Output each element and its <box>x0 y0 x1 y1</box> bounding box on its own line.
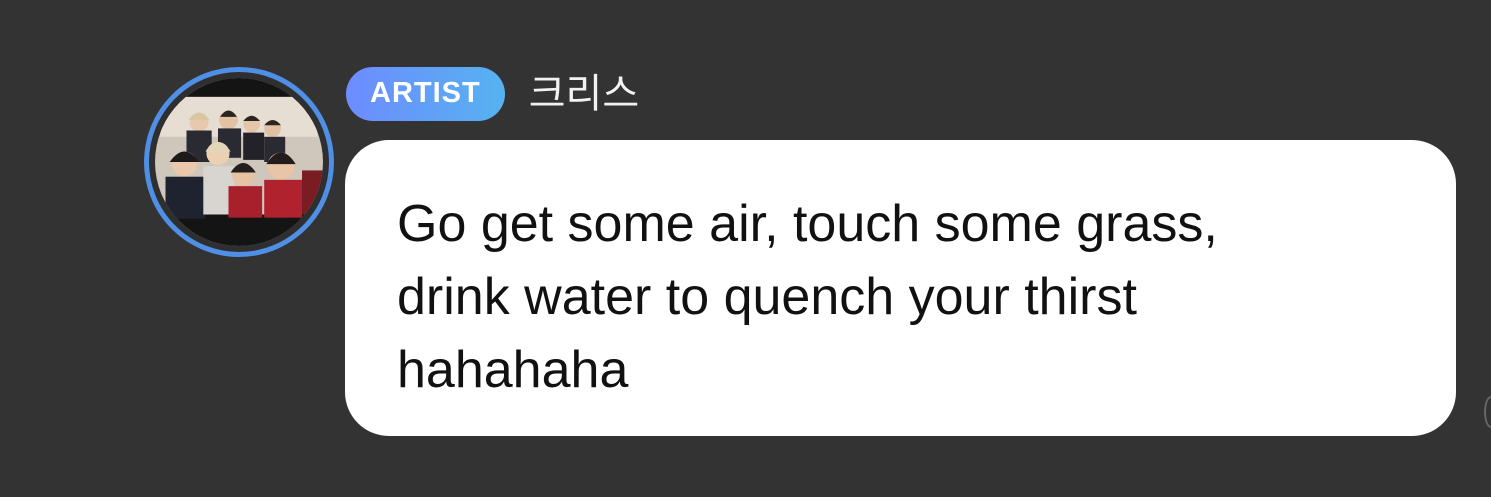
sender-header: ARTIST 크리스 <box>346 66 639 121</box>
chat-screen: ARTIST 크리스 Go get some air, touch some g… <box>0 0 1491 497</box>
avatar[interactable] <box>144 67 334 257</box>
artist-badge: ARTIST <box>346 66 505 121</box>
message-bubble[interactable]: Go get some air, touch some grass, drink… <box>345 140 1456 436</box>
sender-name: 크리스 <box>528 70 640 117</box>
partial-icon <box>1484 396 1491 428</box>
message-text: Go get some air, touch some grass, drink… <box>397 195 1218 399</box>
avatar-photo <box>155 78 323 246</box>
group-photo-icon <box>155 78 323 246</box>
